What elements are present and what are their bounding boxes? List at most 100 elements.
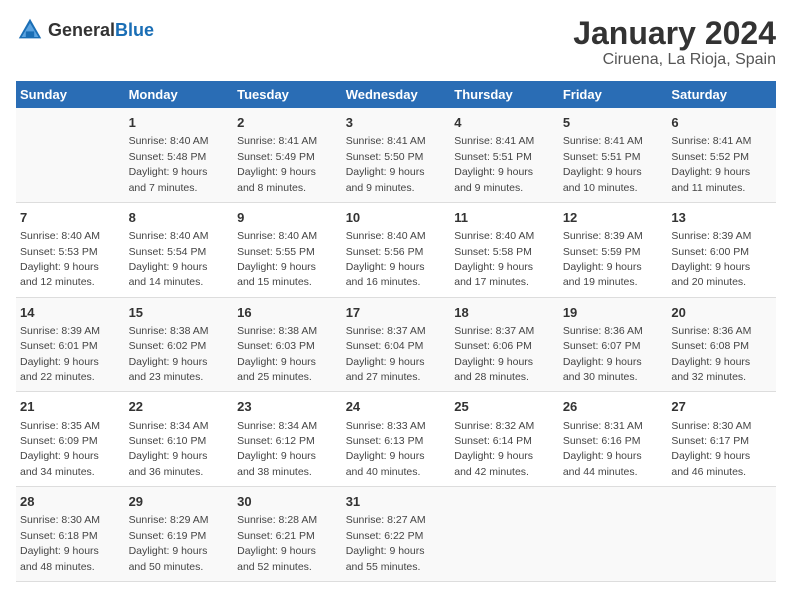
day-info: Sunrise: 8:41 AM Sunset: 5:51 PM Dayligh… — [454, 135, 534, 193]
day-number: 7 — [20, 209, 121, 227]
weekday-header-tuesday: Tuesday — [233, 81, 342, 108]
day-info: Sunrise: 8:37 AM Sunset: 6:06 PM Dayligh… — [454, 325, 534, 383]
day-number: 15 — [129, 304, 230, 322]
main-title: January 2024 — [573, 16, 776, 51]
calendar-title-area: January 2024 Ciruena, La Rioja, Spain — [573, 16, 776, 69]
logo-icon — [16, 16, 44, 44]
day-number: 28 — [20, 493, 121, 511]
logo: GeneralBlue — [16, 16, 154, 44]
day-info: Sunrise: 8:41 AM Sunset: 5:50 PM Dayligh… — [346, 135, 426, 193]
day-number: 19 — [563, 304, 664, 322]
weekday-header-row: SundayMondayTuesdayWednesdayThursdayFrid… — [16, 81, 776, 108]
day-number: 6 — [671, 114, 772, 132]
calendar-week-row: 21 Sunrise: 8:35 AM Sunset: 6:09 PM Dayli… — [16, 392, 776, 487]
calendar-cell: 3 Sunrise: 8:41 AM Sunset: 5:50 PM Daylig… — [342, 108, 451, 202]
calendar-cell: 7 Sunrise: 8:40 AM Sunset: 5:53 PM Daylig… — [16, 202, 125, 297]
day-number: 21 — [20, 398, 121, 416]
page-header: GeneralBlue January 2024 Ciruena, La Rio… — [16, 16, 776, 69]
weekday-header-saturday: Saturday — [667, 81, 776, 108]
day-number: 11 — [454, 209, 555, 227]
day-number: 23 — [237, 398, 338, 416]
calendar-cell: 17 Sunrise: 8:37 AM Sunset: 6:04 PM Dayli… — [342, 297, 451, 392]
calendar-cell: 12 Sunrise: 8:39 AM Sunset: 5:59 PM Dayli… — [559, 202, 668, 297]
day-number: 10 — [346, 209, 447, 227]
day-number: 13 — [671, 209, 772, 227]
day-info: Sunrise: 8:27 AM Sunset: 6:22 PM Dayligh… — [346, 514, 426, 572]
day-number: 14 — [20, 304, 121, 322]
calendar-cell: 10 Sunrise: 8:40 AM Sunset: 5:56 PM Dayli… — [342, 202, 451, 297]
day-number: 12 — [563, 209, 664, 227]
day-number: 22 — [129, 398, 230, 416]
day-info: Sunrise: 8:40 AM Sunset: 5:55 PM Dayligh… — [237, 230, 317, 288]
calendar-cell: 8Sunrise: 8:40 AM Sunset: 5:54 PM Daylig… — [125, 202, 234, 297]
day-info: Sunrise: 8:30 AM Sunset: 6:18 PM Dayligh… — [20, 514, 100, 572]
calendar-cell: 30 Sunrise: 8:28 AM Sunset: 6:21 PM Dayli… — [233, 487, 342, 582]
calendar-cell: 26Sunrise: 8:31 AM Sunset: 6:16 PM Dayli… — [559, 392, 668, 487]
day-info: Sunrise: 8:34 AM Sunset: 6:12 PM Dayligh… — [237, 420, 317, 478]
weekday-header-friday: Friday — [559, 81, 668, 108]
calendar-cell: 29 Sunrise: 8:29 AM Sunset: 6:19 PM Dayli… — [125, 487, 234, 582]
day-info: Sunrise: 8:38 AM Sunset: 6:02 PM Dayligh… — [129, 325, 209, 383]
calendar-cell: 20 Sunrise: 8:36 AM Sunset: 6:08 PM Dayli… — [667, 297, 776, 392]
calendar-week-row: 28 Sunrise: 8:30 AM Sunset: 6:18 PM Dayli… — [16, 487, 776, 582]
calendar-cell: 14Sunrise: 8:39 AM Sunset: 6:01 PM Dayli… — [16, 297, 125, 392]
day-number: 29 — [129, 493, 230, 511]
day-number: 8 — [129, 209, 230, 227]
day-number: 2 — [237, 114, 338, 132]
calendar-cell: 2 Sunrise: 8:41 AM Sunset: 5:49 PM Daylig… — [233, 108, 342, 202]
day-info: Sunrise: 8:40 AM Sunset: 5:48 PM Dayligh… — [129, 135, 209, 193]
logo-general: General — [48, 20, 115, 40]
calendar-cell: 18 Sunrise: 8:37 AM Sunset: 6:06 PM Dayli… — [450, 297, 559, 392]
calendar-cell — [16, 108, 125, 202]
day-number: 3 — [346, 114, 447, 132]
calendar-cell: 15 Sunrise: 8:38 AM Sunset: 6:02 PM Dayli… — [125, 297, 234, 392]
day-info: Sunrise: 8:39 AM Sunset: 6:00 PM Dayligh… — [671, 230, 751, 288]
day-number: 18 — [454, 304, 555, 322]
day-info: Sunrise: 8:38 AM Sunset: 6:03 PM Dayligh… — [237, 325, 317, 383]
day-info: Sunrise: 8:40 AM Sunset: 5:56 PM Dayligh… — [346, 230, 426, 288]
calendar-cell: 9 Sunrise: 8:40 AM Sunset: 5:55 PM Daylig… — [233, 202, 342, 297]
day-number: 9 — [237, 209, 338, 227]
subtitle: Ciruena, La Rioja, Spain — [573, 51, 776, 69]
day-info: Sunrise: 8:32 AM Sunset: 6:14 PM Dayligh… — [454, 420, 534, 478]
weekday-header-wednesday: Wednesday — [342, 81, 451, 108]
calendar-cell: 24 Sunrise: 8:33 AM Sunset: 6:13 PM Dayli… — [342, 392, 451, 487]
day-info: Sunrise: 8:30 AM Sunset: 6:17 PM Dayligh… — [671, 420, 751, 478]
calendar-table: SundayMondayTuesdayWednesdayThursdayFrid… — [16, 81, 776, 582]
calendar-cell: 5 Sunrise: 8:41 AM Sunset: 5:51 PM Daylig… — [559, 108, 668, 202]
calendar-cell: 13 Sunrise: 8:39 AM Sunset: 6:00 PM Dayli… — [667, 202, 776, 297]
day-info: Sunrise: 8:39 AM Sunset: 5:59 PM Dayligh… — [563, 230, 643, 288]
calendar-cell — [667, 487, 776, 582]
day-info: Sunrise: 8:28 AM Sunset: 6:21 PM Dayligh… — [237, 514, 317, 572]
calendar-cell: 11Sunrise: 8:40 AM Sunset: 5:58 PM Dayli… — [450, 202, 559, 297]
day-number: 5 — [563, 114, 664, 132]
day-info: Sunrise: 8:41 AM Sunset: 5:51 PM Dayligh… — [563, 135, 643, 193]
calendar-cell — [559, 487, 668, 582]
calendar-cell: 31Sunrise: 8:27 AM Sunset: 6:22 PM Dayli… — [342, 487, 451, 582]
calendar-week-row: 7 Sunrise: 8:40 AM Sunset: 5:53 PM Daylig… — [16, 202, 776, 297]
calendar-week-row: 14Sunrise: 8:39 AM Sunset: 6:01 PM Dayli… — [16, 297, 776, 392]
day-number: 24 — [346, 398, 447, 416]
day-info: Sunrise: 8:33 AM Sunset: 6:13 PM Dayligh… — [346, 420, 426, 478]
calendar-week-row: 1Sunrise: 8:40 AM Sunset: 5:48 PM Daylig… — [16, 108, 776, 202]
calendar-cell — [450, 487, 559, 582]
day-info: Sunrise: 8:40 AM Sunset: 5:53 PM Dayligh… — [20, 230, 100, 288]
day-info: Sunrise: 8:37 AM Sunset: 6:04 PM Dayligh… — [346, 325, 426, 383]
day-info: Sunrise: 8:35 AM Sunset: 6:09 PM Dayligh… — [20, 420, 100, 478]
calendar-cell: 23 Sunrise: 8:34 AM Sunset: 6:12 PM Dayli… — [233, 392, 342, 487]
day-info: Sunrise: 8:29 AM Sunset: 6:19 PM Dayligh… — [129, 514, 209, 572]
day-number: 26 — [563, 398, 664, 416]
calendar-cell: 4 Sunrise: 8:41 AM Sunset: 5:51 PM Daylig… — [450, 108, 559, 202]
day-info: Sunrise: 8:36 AM Sunset: 6:08 PM Dayligh… — [671, 325, 751, 383]
calendar-cell: 6Sunrise: 8:41 AM Sunset: 5:52 PM Daylig… — [667, 108, 776, 202]
day-number: 30 — [237, 493, 338, 511]
weekday-header-sunday: Sunday — [16, 81, 125, 108]
calendar-cell: 1Sunrise: 8:40 AM Sunset: 5:48 PM Daylig… — [125, 108, 234, 202]
calendar-cell: 21 Sunrise: 8:35 AM Sunset: 6:09 PM Dayli… — [16, 392, 125, 487]
day-number: 4 — [454, 114, 555, 132]
day-number: 27 — [671, 398, 772, 416]
day-info: Sunrise: 8:41 AM Sunset: 5:49 PM Dayligh… — [237, 135, 317, 193]
day-number: 25 — [454, 398, 555, 416]
day-number: 17 — [346, 304, 447, 322]
day-number: 20 — [671, 304, 772, 322]
